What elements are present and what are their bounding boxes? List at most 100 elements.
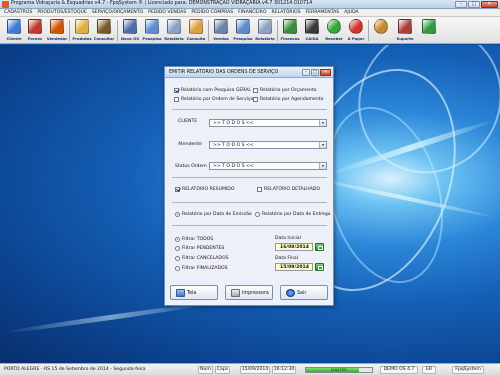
toolbar-button-financas[interactable]: Financas (280, 18, 300, 43)
date-start-field[interactable]: 16/08/2014 (275, 243, 313, 251)
calendar-icon[interactable] (315, 263, 324, 271)
minimize-button[interactable]: – (455, 1, 467, 8)
toolbar-button-caixa[interactable]: CAIXA (302, 18, 322, 43)
status-label: Status Ordem (175, 164, 207, 169)
search-icon (145, 19, 159, 34)
consult-icon (97, 19, 111, 34)
toolbar-button-relatorio-os[interactable]: Relatório (164, 18, 184, 43)
menu-relatorios[interactable]: RELATÓRIOS (271, 10, 300, 15)
toolbar-button-suporte[interactable]: Suporte (395, 18, 415, 43)
checkbox (174, 97, 179, 102)
client-select[interactable]: >> T O D O S << (209, 119, 327, 127)
check-orcamento[interactable]: Relatório por Orçamento (253, 88, 317, 93)
status-bar: PORTO ALEGRE - RS 15 de Setembro de 2014… (0, 363, 500, 375)
version-indicator: DEMO OS 4.7 (380, 366, 418, 374)
menu-financeiro[interactable]: FINANCEIRO (238, 10, 266, 15)
radio-filtrar-todos[interactable]: Filtrar TODOS (175, 237, 213, 242)
mode-indicator: ER (422, 366, 436, 374)
query-icon (189, 19, 203, 34)
toolbar-button-fornec[interactable]: Fornec (25, 18, 45, 43)
check-relatorio-resumido[interactable]: RELATÓRIO RESUMIDO (175, 187, 234, 192)
toolbar-button-produtos[interactable]: Produtos (72, 18, 92, 43)
radio-filtrar-cancelados[interactable]: Filtrar CANCELADOS (175, 256, 229, 261)
app-icon (2, 1, 9, 8)
cashier-icon (305, 19, 319, 34)
attendant-select[interactable]: >> T O D O S << (209, 141, 327, 149)
check-ordem-servico[interactable]: Relatório por Ordem de Serviço (174, 97, 253, 102)
toolbar-button-vendas[interactable]: Vendas (211, 18, 231, 43)
radio-button (175, 212, 180, 217)
toolbar-button-cliente[interactable]: Cliente (4, 18, 24, 43)
status-location: PORTO ALEGRE - RS 15 de Setembro de 2014… (4, 367, 146, 372)
menu-pedido-vendas[interactable]: PEDIDO VENDAS (148, 10, 186, 15)
menu-cadastros[interactable]: CADASTROS (4, 10, 32, 15)
close-button[interactable]: ✕ (481, 1, 498, 8)
menu-ajuda[interactable]: AJUDA (344, 10, 358, 15)
toolbar-button-pesquisa-os[interactable]: Pesquisa (142, 18, 162, 43)
radio-button (175, 246, 180, 251)
section-divider (172, 109, 327, 110)
toolbar-button-novo-os[interactable]: Novo OS (120, 18, 140, 43)
receive-icon (327, 19, 341, 34)
chevron-down-icon (319, 163, 326, 169)
radio-button (175, 256, 180, 261)
radio-filtrar-pendentes[interactable]: Filtrar PENDENTES (175, 246, 224, 251)
report-icon (167, 19, 181, 34)
window-controls: – □ ✕ (455, 1, 498, 8)
menu-pedido-compras[interactable]: PEDIDO COMPRAS (191, 10, 233, 15)
print-button[interactable]: Impressora (225, 285, 273, 300)
screen-button[interactable]: Tela (170, 285, 218, 300)
toolbar-button-consulta[interactable]: Consulta (186, 18, 206, 43)
status-date: 15/09/2014 (240, 366, 270, 374)
check-agendamento[interactable]: Relatório por Agendamento (253, 97, 323, 102)
section-divider (172, 202, 327, 203)
toolbar-button-exit[interactable] (419, 18, 439, 43)
menu-produtos-estoque[interactable]: PRODUTOS/ESTOQUE (37, 10, 86, 15)
check-relatorio-detalhado[interactable]: RELATÓRIO DETALHADO (257, 187, 320, 192)
supplier-icon (28, 19, 42, 34)
search-icon (236, 19, 250, 34)
chevron-down-icon (319, 142, 326, 148)
window-title-bar: Programa Vidraçaria & Esquadrias v4.7 - … (0, 0, 500, 9)
checkbox (253, 88, 258, 93)
status-select[interactable]: >> T O D O S << (209, 162, 327, 170)
attendant-label: Atendente (178, 142, 202, 147)
menu-ferramentas[interactable]: FERRAMENTAS (306, 10, 340, 15)
checkbox (257, 187, 262, 192)
dialog-minimize-button[interactable]: – (302, 69, 310, 76)
database-progress: MASTER (305, 367, 373, 373)
menu-bar: CADASTROS PRODUTOS/ESTOQUE SERVIÇO/ORÇAM… (0, 9, 500, 17)
support-icon (398, 19, 412, 34)
toolbar-button-vendedor[interactable]: Vendedor (47, 18, 67, 43)
dialog-title: EMITIR RELATÓRIO DAS ORDENS DE SERVIÇO (169, 70, 279, 75)
dialog-controls: – □ ✕ (302, 69, 331, 76)
radio-data-entrega[interactable]: Relatório por Data de Entrega (255, 212, 331, 217)
client-icon (7, 19, 21, 34)
toolbar-button-pesquisa-vendas[interactable]: Pesquisa (233, 18, 253, 43)
toolbar-button-relatorio-vendas[interactable]: Relatório (255, 18, 275, 43)
menu-servico-orcamento[interactable]: SERVIÇO/ORÇAMENTO (92, 10, 143, 15)
calendar-icon[interactable] (315, 243, 324, 251)
exit-button[interactable]: Sair (280, 285, 328, 300)
radio-data-emissao[interactable]: Relatório por Data de Emissão (175, 212, 252, 217)
toolbar-button-a-pagar[interactable]: A Pagar (346, 18, 366, 43)
dialog-maximize-button[interactable]: □ (311, 69, 319, 76)
radio-button (175, 237, 180, 242)
window-title: Programa Vidraçaria & Esquadrias v4.7 - … (11, 1, 313, 6)
brand-indicator: FpqSystem (452, 366, 484, 374)
checkbox (174, 88, 179, 93)
toolbar: Cliente Fornec Vendedor Produtos Consult… (0, 17, 500, 44)
check-pesquisa-geral[interactable]: Relatório com Pesquisa GERAL (174, 88, 251, 93)
finance-icon (283, 19, 297, 34)
radio-filtrar-finalizados[interactable]: Filtrar FINALIZADOS (175, 266, 228, 271)
toolbar-button-consultar[interactable]: Consultar (94, 18, 114, 43)
date-end-field[interactable]: 15/09/2014 (275, 263, 313, 271)
exit-icon (422, 19, 436, 34)
dialog-close-button[interactable]: ✕ (320, 69, 331, 76)
section-divider (172, 177, 327, 178)
toolbar-button-settings[interactable] (371, 18, 391, 43)
toolbar-button-receber[interactable]: Receber (324, 18, 344, 43)
date-end-label: Data Final (275, 256, 299, 261)
maximize-button[interactable]: □ (468, 1, 480, 8)
printer-icon (231, 289, 240, 297)
